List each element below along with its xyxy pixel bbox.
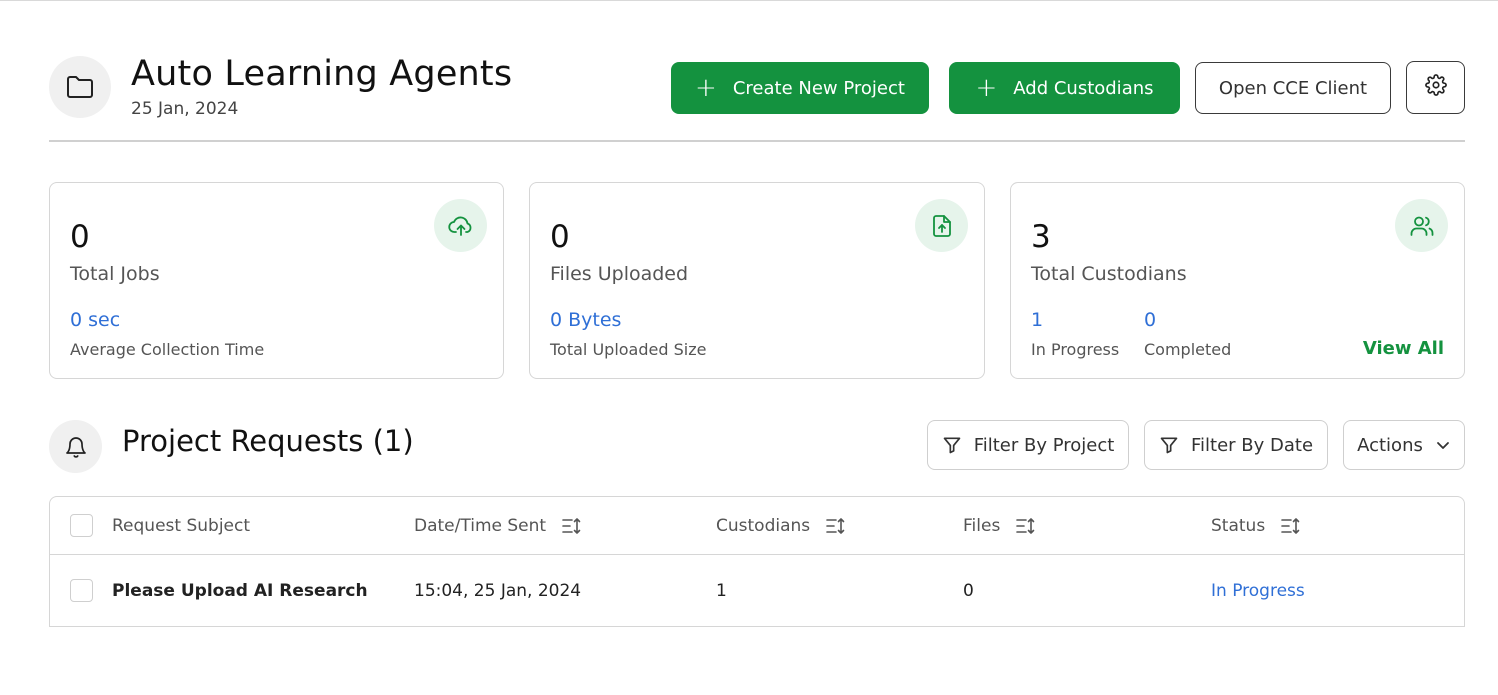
column-request-subject-label: Request Subject — [112, 515, 251, 536]
column-date-time-sent: Date/Time Sent — [414, 497, 582, 554]
request-subject-cell[interactable]: Please Upload AI Research — [112, 555, 368, 627]
column-files: Files — [963, 497, 1036, 554]
total-jobs-label: Total Jobs — [70, 263, 160, 285]
plus-icon: + — [975, 73, 998, 103]
total-jobs-card: 0 Total Jobs 0 sec Average Collection Ti… — [49, 182, 504, 379]
add-custodians-label: Add Custodians — [1013, 77, 1154, 99]
total-uploaded-size-label: Total Uploaded Size — [550, 340, 707, 359]
table-row[interactable]: Please Upload AI Research 15:04, 25 Jan,… — [50, 555, 1464, 627]
sort-icon[interactable] — [562, 517, 582, 535]
add-custodians-button[interactable]: + Add Custodians — [949, 62, 1180, 114]
top-border — [0, 0, 1498, 1]
completed-label: Completed — [1144, 340, 1232, 359]
chevron-down-icon — [1436, 442, 1449, 449]
filter-by-date-label: Filter By Date — [1190, 434, 1314, 456]
create-new-project-button[interactable]: + Create New Project — [671, 62, 929, 114]
filter-by-project-button[interactable]: Filter By Project — [927, 420, 1129, 470]
files-uploaded-value: 0 — [550, 219, 570, 255]
project-requests-title: Project Requests (1) — [122, 424, 414, 458]
total-custodians-label: Total Custodians — [1031, 263, 1187, 285]
table-header: Request Subject Date/Time Sent Custodian… — [50, 497, 1464, 555]
files-uploaded-label: Files Uploaded — [550, 263, 689, 285]
bell-icon — [49, 420, 102, 473]
page-header: Auto Learning Agents 25 Jan, 2024 + Crea… — [49, 54, 1465, 119]
column-status-label: Status — [1211, 515, 1266, 536]
cloud-upload-icon — [434, 199, 487, 252]
avg-collection-time-value: 0 sec — [70, 309, 121, 331]
in-progress-count: 1 — [1031, 309, 1044, 331]
avg-collection-time-label: Average Collection Time — [70, 340, 265, 359]
column-date-label: Date/Time Sent — [414, 515, 547, 536]
status-cell[interactable]: In Progress — [1211, 555, 1305, 627]
plus-icon: + — [695, 73, 717, 103]
files-cell: 0 — [963, 581, 974, 601]
requests-table: Request Subject Date/Time Sent Custodian… — [49, 496, 1465, 627]
row-checkbox[interactable] — [70, 579, 93, 602]
filter-icon — [943, 437, 961, 454]
column-files-label: Files — [963, 515, 1001, 536]
open-cce-client-button[interactable]: Open CCE Client — [1195, 62, 1391, 114]
column-request-subject: Request Subject — [112, 497, 250, 554]
date-time-cell: 15:04, 25 Jan, 2024 — [414, 581, 582, 601]
total-uploaded-size-value: 0 Bytes — [550, 309, 622, 331]
files-uploaded-card: 0 Files Uploaded 0 Bytes Total Uploaded … — [529, 182, 985, 379]
total-custodians-value: 3 — [1031, 219, 1051, 255]
users-icon — [1395, 199, 1448, 252]
sort-icon[interactable] — [826, 517, 846, 535]
header-divider — [49, 140, 1465, 142]
column-custodians-label: Custodians — [716, 515, 811, 536]
filter-icon — [1160, 437, 1178, 454]
sort-icon[interactable] — [1281, 517, 1301, 535]
view-all-link[interactable]: View All — [1363, 338, 1444, 359]
create-new-project-label: Create New Project — [732, 77, 905, 99]
in-progress-label: In Progress — [1031, 340, 1120, 359]
select-all-checkbox[interactable] — [70, 514, 93, 537]
open-cce-client-label: Open CCE Client — [1218, 77, 1368, 99]
file-upload-icon — [915, 199, 968, 252]
column-status: Status — [1211, 497, 1301, 554]
completed-count: 0 — [1144, 309, 1157, 331]
total-jobs-value: 0 — [70, 219, 90, 255]
filter-by-project-label: Filter By Project — [973, 434, 1115, 456]
actions-dropdown[interactable]: Actions — [1343, 420, 1465, 470]
sort-icon[interactable] — [1016, 517, 1036, 535]
project-title: Auto Learning Agents — [131, 54, 513, 94]
total-custodians-card: 3 Total Custodians 1 In Progress 0 Compl… — [1010, 182, 1465, 379]
settings-button[interactable] — [1406, 61, 1465, 114]
custodians-cell: 1 — [716, 581, 727, 601]
gear-icon — [1424, 74, 1447, 101]
project-date: 25 Jan, 2024 — [131, 99, 239, 119]
column-custodians: Custodians — [716, 497, 846, 554]
folder-icon — [49, 56, 111, 118]
actions-label: Actions — [1357, 434, 1423, 456]
filter-by-date-button[interactable]: Filter By Date — [1144, 420, 1328, 470]
